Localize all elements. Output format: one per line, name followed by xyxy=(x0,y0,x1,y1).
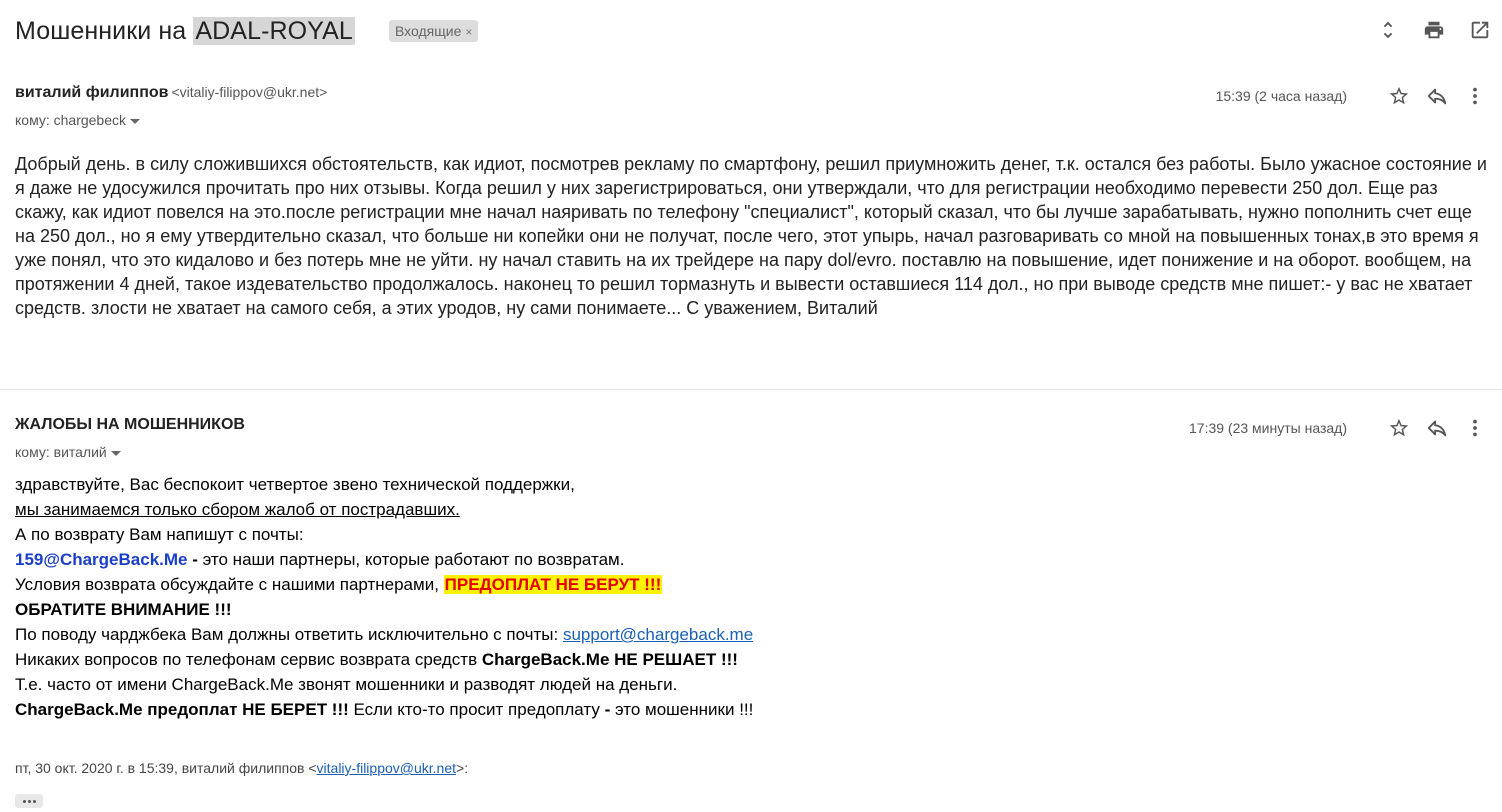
body-text: Никаких вопросов по телефонам сервис воз… xyxy=(15,650,482,669)
body-text: Условия возврата обсуждайте с нашими пар… xyxy=(15,575,444,594)
subject-row: Мошенники на ADAL-ROYAL Входящие × xyxy=(15,14,1492,50)
partner-email: 159@ChargeBack.Me xyxy=(15,550,188,569)
message-meta: 17:39 (23 минуты назад) xyxy=(1189,416,1487,440)
email-subject: Мошенники на ADAL-ROYAL xyxy=(15,17,355,46)
quote-email-link[interactable]: vitaliy-filippov@ukr.net xyxy=(317,760,457,776)
sender-name[interactable]: виталий филиппов xyxy=(15,84,168,101)
support-email-link[interactable]: support@chargeback.me xyxy=(563,625,753,644)
dash: - xyxy=(187,550,203,569)
label-chip-text: Входящие xyxy=(395,23,462,39)
body-line: По поводу чарджбека Вам должны ответить … xyxy=(15,622,1487,647)
body-line: здравствуйте, Вас беспокоит четвертое зв… xyxy=(15,475,575,494)
bold-text: ChargeBack.Me предоплат НЕ БЕРЕТ !!! xyxy=(15,700,349,719)
subject-highlight: ADAL-ROYAL xyxy=(193,17,355,45)
print-icon[interactable] xyxy=(1422,18,1446,42)
message-time: 15:39 (2 часа назад) xyxy=(1215,88,1347,104)
body-text: Если кто-то просит предоплату xyxy=(348,700,605,719)
dot xyxy=(22,799,26,803)
recipient-text: кому: chargebeck xyxy=(15,112,127,128)
body-text: это мошенники !!! xyxy=(610,700,754,719)
dot xyxy=(32,799,36,803)
show-trimmed-content-button[interactable] xyxy=(15,794,43,808)
recipient-line[interactable]: кому: виталий xyxy=(15,444,1487,462)
body-text: это наши партнеры, которые работают по в… xyxy=(202,550,625,569)
body-line: мы занимаемся только сбором жалоб от пос… xyxy=(15,500,460,519)
recipient-text: кому: виталий xyxy=(15,444,107,460)
label-chip-inbox[interactable]: Входящие × xyxy=(389,20,479,42)
sender-email: <vitaliy-filippov@ukr.net> xyxy=(171,84,328,100)
body-line: А по возврату Вам напишут с почты: xyxy=(15,525,304,544)
reply-icon[interactable] xyxy=(1425,84,1449,108)
message-2: ЖАЛОБЫ НА МОШЕННИКОВ 17:39 (23 минуты на… xyxy=(15,416,1487,722)
star-icon[interactable] xyxy=(1387,416,1411,440)
recipient-line[interactable]: кому: chargebeck xyxy=(15,112,1487,130)
sender-line: виталий филиппов <vitaliy-filippov@ukr.ne… xyxy=(15,84,1487,108)
message-divider xyxy=(0,389,1502,390)
subject-prefix: Мошенники на xyxy=(15,17,187,45)
quote-prefix: пт, 30 окт. 2020 г. в 15:39, виталий фил… xyxy=(15,760,317,776)
message-meta: 15:39 (2 часа назад) xyxy=(1216,84,1487,108)
body-line: 159@ChargeBack.Me - это наши партнеры, к… xyxy=(15,547,1487,572)
body-line: Никаких вопросов по телефонам сервис воз… xyxy=(15,647,1487,672)
more-options-icon[interactable] xyxy=(1463,416,1487,440)
body-line: ChargeBack.Me предоплат НЕ БЕРЕТ !!! Есл… xyxy=(15,697,1487,722)
expand-collapse-icon[interactable] xyxy=(1376,18,1400,42)
body-line: Т.е. часто от имени ChargeBack.Me звонят… xyxy=(15,675,678,694)
quoted-header: пт, 30 окт. 2020 г. в 15:39, виталий фил… xyxy=(15,760,468,776)
message-1: виталий филиппов <vitaliy-filippov@ukr.ne… xyxy=(15,84,1487,320)
remove-label-icon[interactable]: × xyxy=(465,25,472,39)
star-icon[interactable] xyxy=(1387,84,1411,108)
more-options-icon[interactable] xyxy=(1463,84,1487,108)
body-line: Условия возврата обсуждайте с нашими пар… xyxy=(15,572,1487,597)
body-line: ОБРАТИТЕ ВНИМАНИЕ !!! xyxy=(15,600,232,619)
reply-icon[interactable] xyxy=(1425,416,1449,440)
message-body: здравствуйте, Вас беспокоит четвертое зв… xyxy=(15,472,1487,722)
dot xyxy=(27,799,31,803)
sender-line: ЖАЛОБЫ НА МОШЕННИКОВ 17:39 (23 минуты на… xyxy=(15,416,1487,440)
message-body: Добрый день. в силу сложившихся обстояте… xyxy=(15,154,1487,318)
bold-text: ChargeBack.Me НЕ РЕШАЕТ !!! xyxy=(481,650,738,669)
thread-actions xyxy=(1376,18,1492,42)
open-new-window-icon[interactable] xyxy=(1468,18,1492,42)
chevron-down-icon[interactable] xyxy=(110,450,121,456)
body-text: По поводу чарджбека Вам должны ответить … xyxy=(15,625,563,644)
chevron-down-icon[interactable] xyxy=(130,118,141,124)
quote-suffix: >: xyxy=(456,760,469,776)
highlighted-warning: ПРЕДОПЛАТ НЕ БЕРУТ !!! xyxy=(443,575,663,594)
message-time: 17:39 (23 минуты назад) xyxy=(1189,420,1347,436)
sender-name[interactable]: ЖАЛОБЫ НА МОШЕННИКОВ xyxy=(15,416,245,433)
